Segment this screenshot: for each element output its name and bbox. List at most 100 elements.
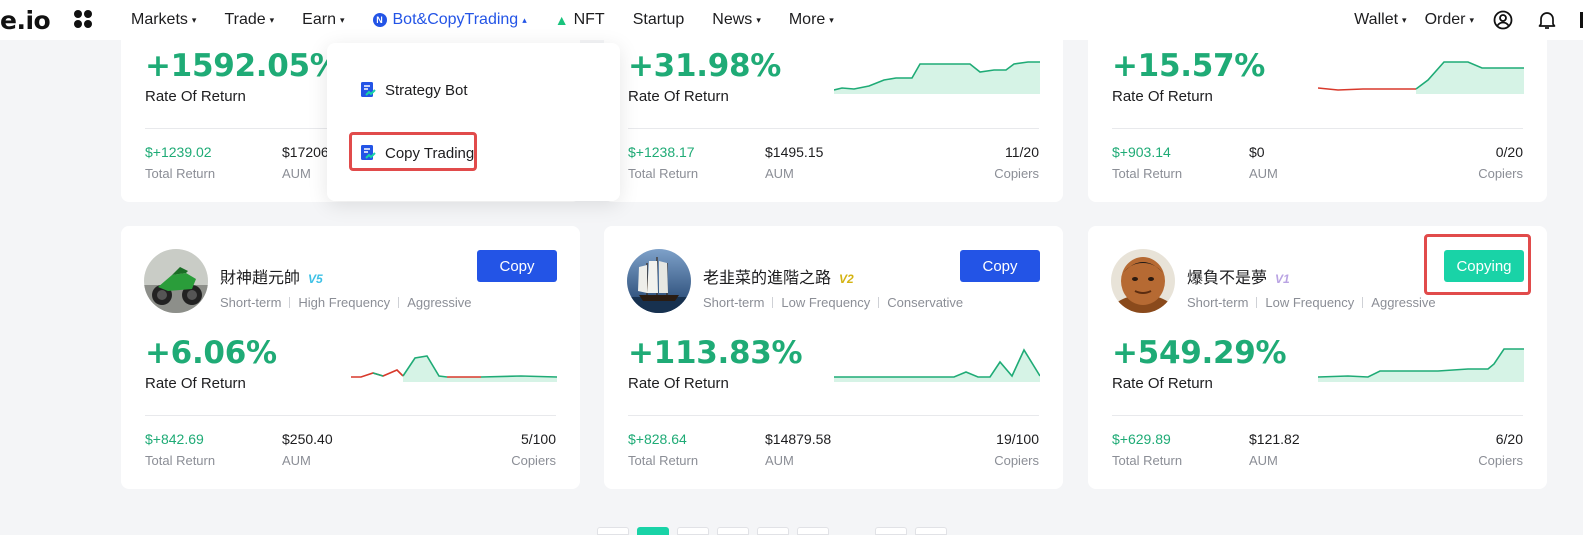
total-return-value: $+828.64 [628, 431, 687, 447]
pagination-button[interactable] [875, 527, 907, 535]
aum-value: $250.40 [282, 431, 333, 447]
total-return-label: Total Return [145, 453, 216, 468]
card-divider [1112, 128, 1523, 129]
level-badge: V1 [1275, 272, 1290, 286]
card-divider [1112, 415, 1523, 416]
pagination-button[interactable] [597, 527, 629, 535]
trader-avatar[interactable] [1111, 249, 1175, 313]
aum-label: AUM [1249, 166, 1278, 181]
trader-card-3[interactable]: 爆負不是夢 V1 Short-term Low Frequency Aggress… [1088, 226, 1547, 489]
nav-bot-copytrading[interactable]: N Bot&CopyTrading ▴ [372, 11, 527, 29]
pagination-button[interactable] [915, 527, 947, 535]
rate-of-return-value: +15.57% [1112, 48, 1265, 84]
chevron-down-icon: ▾ [339, 14, 345, 25]
aum-label: AUM [282, 166, 311, 181]
aum-value: $1495.15 [765, 144, 824, 160]
aum-label: AUM [1249, 453, 1278, 468]
copying-button[interactable]: Copying [1444, 250, 1524, 282]
copy-button[interactable]: Copy [477, 250, 557, 282]
nav-more[interactable]: More ▾ [789, 11, 834, 29]
trader-tags: Short-term Low Frequency Aggressive [1187, 295, 1436, 310]
total-return-label: Total Return [1112, 453, 1183, 468]
chevron-down-icon: ▾ [1469, 14, 1474, 25]
level-badge: V5 [308, 272, 323, 286]
trader-avatar[interactable] [144, 249, 208, 313]
card-divider [145, 415, 556, 416]
return-sparkline [834, 61, 1040, 94]
total-return-value: $+1239.02 [145, 144, 212, 160]
chevron-down-icon: ▾ [269, 14, 275, 25]
menu-item-strategy-bot[interactable]: Strategy Bot [360, 78, 468, 102]
nav-wallet[interactable]: Wallet ▾ [1354, 11, 1406, 29]
aum-label: AUM [765, 166, 794, 181]
trader-card-2[interactable]: 老韭菜的進階之路 V2 Short-term Low Frequency Cons… [604, 226, 1063, 489]
pagination-button[interactable] [677, 527, 709, 535]
nav-news[interactable]: News ▾ [712, 11, 761, 29]
site-logo[interactable]: e.io [0, 6, 51, 35]
total-return-label: Total Return [145, 166, 216, 181]
nav-order[interactable]: Order ▾ [1425, 11, 1474, 29]
copiers-value: 19/100 [996, 431, 1039, 447]
chevron-down-icon: ▾ [829, 14, 834, 25]
copiers-label: Copiers [994, 453, 1039, 468]
card-divider [628, 415, 1039, 416]
copy-button[interactable]: Copy [960, 250, 1040, 282]
nav-trade[interactable]: Trade ▾ [224, 11, 274, 29]
rate-of-return-value: +31.98% [628, 48, 781, 84]
trader-name[interactable]: 老韭菜的進階之路 V2 [703, 264, 854, 288]
copiers-label: Copiers [511, 453, 556, 468]
total-return-label: Total Return [1112, 166, 1183, 181]
pagination-button[interactable] [717, 527, 749, 535]
chevron-up-icon: ▴ [522, 14, 527, 25]
rate-of-return-label: Rate Of Return [628, 88, 729, 105]
rate-of-return-label: Rate Of Return [145, 375, 246, 392]
rate-of-return-value: +6.06% [145, 335, 277, 371]
total-return-label: Total Return [628, 166, 699, 181]
aum-value: $14879.58 [765, 431, 832, 447]
copiers-label: Copiers [1478, 166, 1523, 181]
notification-bell-icon[interactable] [1536, 9, 1558, 31]
copiers-value: 11/20 [1005, 144, 1039, 160]
trader-tags: Short-term High Frequency Aggressive [220, 295, 472, 310]
nav-startup[interactable]: Startup [633, 11, 685, 29]
nav-markets[interactable]: Markets ▾ [131, 11, 196, 29]
trader-card-top-2[interactable]: +31.98% Rate Of Return $+1238.17 Total R… [604, 30, 1063, 202]
rate-of-return-value: +1592.05% [145, 48, 341, 84]
chevron-down-icon: ▾ [1402, 14, 1407, 25]
trader-name[interactable]: 爆負不是夢 V1 [1187, 264, 1290, 288]
trader-tags: Short-term Low Frequency Conservative [703, 295, 964, 310]
total-return-value: $+1238.17 [628, 144, 695, 160]
nav-right-group: Wallet ▾ Order ▾ [1354, 0, 1583, 40]
apps-grid-icon[interactable] [74, 10, 94, 30]
total-return-value: $+629.89 [1112, 431, 1171, 447]
rate-of-return-label: Rate Of Return [1112, 375, 1213, 392]
trader-card-top-3[interactable]: +15.57% Rate Of Return $+903.14 Total Re… [1088, 30, 1547, 202]
main-menu: Markets ▾ Trade ▾ Earn ▾ N Bot&CopyTrading ▴ … [131, 0, 862, 40]
pagination-button[interactable] [637, 527, 669, 535]
aum-value: $17206 [282, 144, 329, 160]
user-profile-icon[interactable] [1492, 9, 1514, 31]
trader-name[interactable]: 財神趙元帥 V5 [220, 264, 323, 288]
copiers-value: 5/100 [520, 431, 556, 447]
total-return-value: $+903.14 [1112, 144, 1171, 160]
copy-trading-highlight [349, 132, 477, 171]
nav-earn[interactable]: Earn ▾ [302, 11, 344, 29]
pagination-button[interactable] [757, 527, 789, 535]
chevron-down-icon: ▾ [191, 14, 197, 25]
total-return-value: $+842.69 [145, 431, 204, 447]
nav-nft[interactable]: ▲ NFT [555, 11, 605, 29]
copiers-label: Copiers [1478, 453, 1523, 468]
trader-avatar[interactable] [627, 249, 691, 313]
trader-card-1[interactable]: 財神趙元帥 V5 Short-term High Frequency Aggres… [121, 226, 580, 489]
copiers-value: 0/20 [1495, 144, 1523, 160]
strategy-bot-icon [361, 82, 376, 97]
card-divider [628, 128, 1039, 129]
rate-of-return-label: Rate Of Return [628, 375, 729, 392]
level-badge: V2 [839, 272, 854, 286]
bot-copytrading-dropdown: Strategy Bot Copy Trading [327, 43, 620, 201]
top-navigation-bar: e.io Markets ▾ Trade ▾ Earn ▾ N Bot&CopyTrad… [0, 0, 1583, 40]
pagination-button[interactable] [797, 527, 829, 535]
flame-icon: ▲ [554, 12, 569, 28]
return-sparkline [1318, 348, 1524, 382]
copiers-value: 6/20 [1495, 431, 1523, 447]
